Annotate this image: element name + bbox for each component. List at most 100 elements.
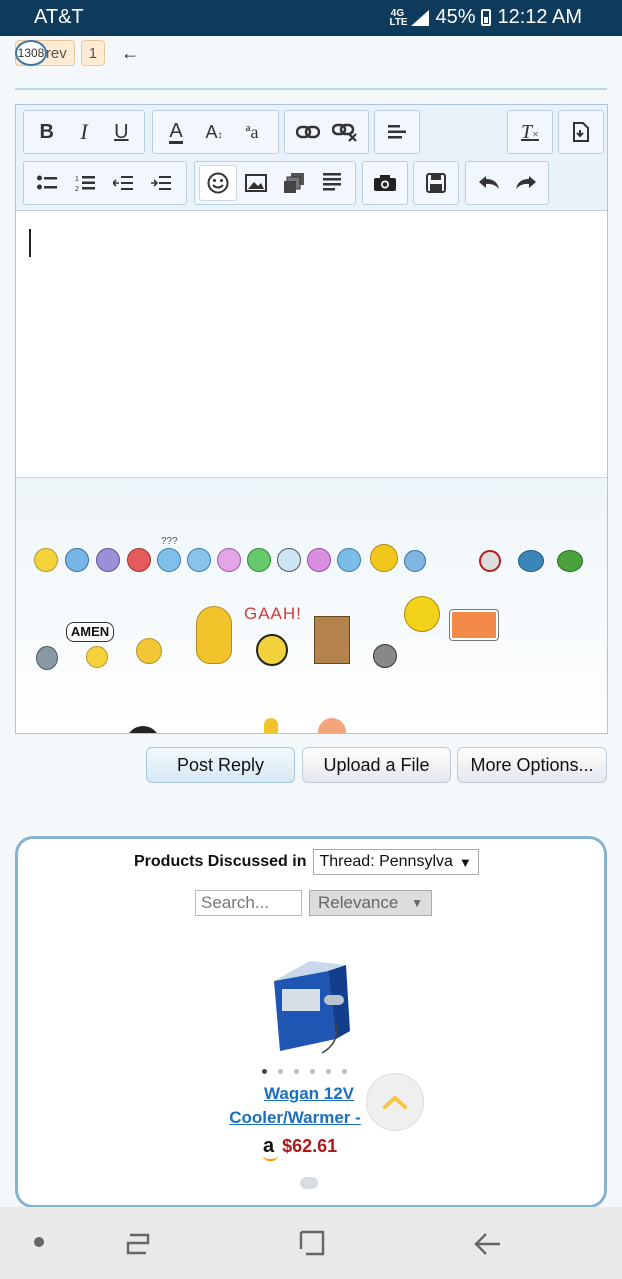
nav-dot-icon[interactable] [34, 1237, 44, 1247]
image-icon[interactable] [237, 165, 275, 201]
carousel-dot[interactable] [278, 1069, 283, 1074]
message-textarea[interactable] [16, 211, 607, 477]
redo-icon[interactable] [507, 165, 544, 201]
underline-icon[interactable]: U [103, 114, 140, 150]
toggle-source-icon[interactable] [563, 114, 599, 150]
gaah-icon[interactable] [256, 634, 288, 666]
gaah-text: GAAH! [244, 604, 302, 623]
confused-text: ??? [161, 536, 178, 547]
scroll-to-top-button[interactable] [366, 1073, 424, 1131]
carousel-dot[interactable] [342, 1069, 347, 1074]
quote-icon[interactable] [313, 165, 351, 201]
camera-icon[interactable] [367, 165, 403, 201]
blush-icon[interactable] [307, 548, 331, 572]
chevron-up-icon [383, 1095, 407, 1109]
outdent-icon[interactable] [104, 165, 142, 201]
remove-format-icon[interactable]: T× [512, 114, 548, 150]
pager-arrow-icon[interactable]: ← [111, 43, 149, 64]
alien-icon[interactable] [36, 646, 58, 670]
media-icon[interactable] [275, 165, 313, 201]
carousel-dot[interactable] [294, 1069, 299, 1074]
grin-icon[interactable] [247, 548, 271, 572]
upload-file-button[interactable]: Upload a File [302, 747, 451, 783]
thumbsup-icon[interactable] [404, 550, 426, 572]
svg-text:2: 2 [75, 186, 79, 192]
wink-icon[interactable] [337, 548, 361, 572]
post-reply-button[interactable]: Post Reply [146, 747, 295, 783]
cool-icon[interactable] [187, 548, 211, 572]
banana-icon[interactable] [264, 718, 278, 733]
paper-bag-icon[interactable] [314, 616, 350, 664]
amazon-logo-icon: a [263, 1135, 279, 1161]
battery-icon [481, 9, 492, 26]
fire-icon[interactable] [318, 718, 346, 733]
android-nav-bar [0, 1207, 622, 1279]
font-color-icon[interactable]: A [157, 114, 195, 150]
signal-icon [411, 9, 430, 26]
more-options-button[interactable]: More Options... [457, 747, 607, 783]
amen-icon[interactable] [86, 646, 108, 668]
align-icon[interactable] [379, 114, 415, 150]
bigsmile-icon[interactable] [404, 596, 440, 632]
carousel-dot[interactable] [262, 1069, 267, 1074]
pagination: < Prev 1 ← 1303 1304 1305 1306 1307 1308 [15, 40, 149, 66]
bulleted-list-icon[interactable] [28, 165, 66, 201]
thread-select[interactable]: Thread: Pennsylva ▼ [312, 849, 479, 875]
sort-select[interactable]: Relevance ▼ [309, 890, 432, 916]
smile-icon[interactable] [34, 548, 58, 572]
green-blob-icon[interactable] [557, 550, 583, 572]
dropdown-arrow-icon: ▼ [458, 854, 472, 870]
italic-icon[interactable]: I [65, 114, 102, 150]
tongue-icon[interactable] [217, 548, 241, 572]
undo-icon[interactable] [470, 165, 507, 201]
page-link-1[interactable]: 1 [80, 40, 106, 66]
link-icon[interactable] [289, 114, 327, 150]
comment-icon[interactable] [300, 1177, 318, 1189]
numbered-list-icon[interactable]: 12 [66, 165, 104, 201]
bold-icon[interactable]: B [28, 114, 65, 150]
rolleyes-icon[interactable] [370, 544, 398, 572]
back-icon[interactable] [472, 1231, 502, 1257]
product-price: $62.61 [282, 1136, 338, 1156]
recent-apps-icon[interactable] [124, 1231, 152, 1257]
flowers-icon[interactable] [136, 638, 162, 664]
carrier-label: AT&T [34, 6, 84, 28]
font-face-icon[interactable]: ªa [233, 114, 271, 150]
mad-icon[interactable] [479, 550, 501, 572]
fingers-crossed-icon[interactable] [196, 606, 232, 664]
reply-editor: B I U A A↕ ªa T× 1 2 ??? AMEN GAAH! [15, 104, 608, 734]
shocked-icon[interactable] [277, 548, 301, 572]
angry-icon[interactable] [127, 548, 151, 572]
product-name-link[interactable]: Wagan 12V [18, 1082, 600, 1106]
products-discussed-panel: Products Discussed in Thread: Pennsylva … [15, 836, 607, 1208]
home-icon[interactable] [298, 1229, 326, 1257]
svg-text:1: 1 [75, 176, 79, 183]
smilies-panel: ??? AMEN GAAH! [16, 477, 607, 733]
clock: 12:12 AM [497, 6, 582, 28]
unlink-icon[interactable] [327, 114, 365, 150]
carousel-dot[interactable] [326, 1069, 331, 1074]
confused-icon[interactable] [157, 548, 181, 572]
product-name-link-line2[interactable]: Cooler/Warmer - [18, 1106, 600, 1130]
indent-icon[interactable] [142, 165, 180, 201]
blue-blob-icon[interactable] [518, 550, 544, 572]
smiley-icon[interactable] [199, 165, 237, 201]
thread-select-value: Thread: Pennsylva [319, 853, 453, 870]
sort-select-value: Relevance [318, 893, 399, 912]
carousel-dot[interactable] [310, 1069, 315, 1074]
amen-sign[interactable]: AMEN [66, 622, 114, 642]
credit-card-icon[interactable] [450, 610, 498, 640]
save-icon[interactable] [418, 165, 454, 201]
lte-icon: 4G LTE [389, 7, 408, 28]
partial-smiley-icon[interactable] [126, 726, 160, 733]
blue-smile-icon[interactable] [65, 548, 89, 572]
product-image[interactable] [266, 953, 352, 1059]
font-size-icon[interactable]: A↕ [195, 114, 233, 150]
carousel-dots [262, 1069, 347, 1074]
bomb-icon[interactable] [373, 644, 397, 668]
product-search-input[interactable]: Search... [195, 890, 302, 916]
sad-icon[interactable] [96, 548, 120, 572]
products-label: Products Discussed in [134, 853, 307, 870]
editor-toolbar: B I U A A↕ ªa T× 1 2 [16, 105, 607, 211]
divider [15, 88, 607, 90]
